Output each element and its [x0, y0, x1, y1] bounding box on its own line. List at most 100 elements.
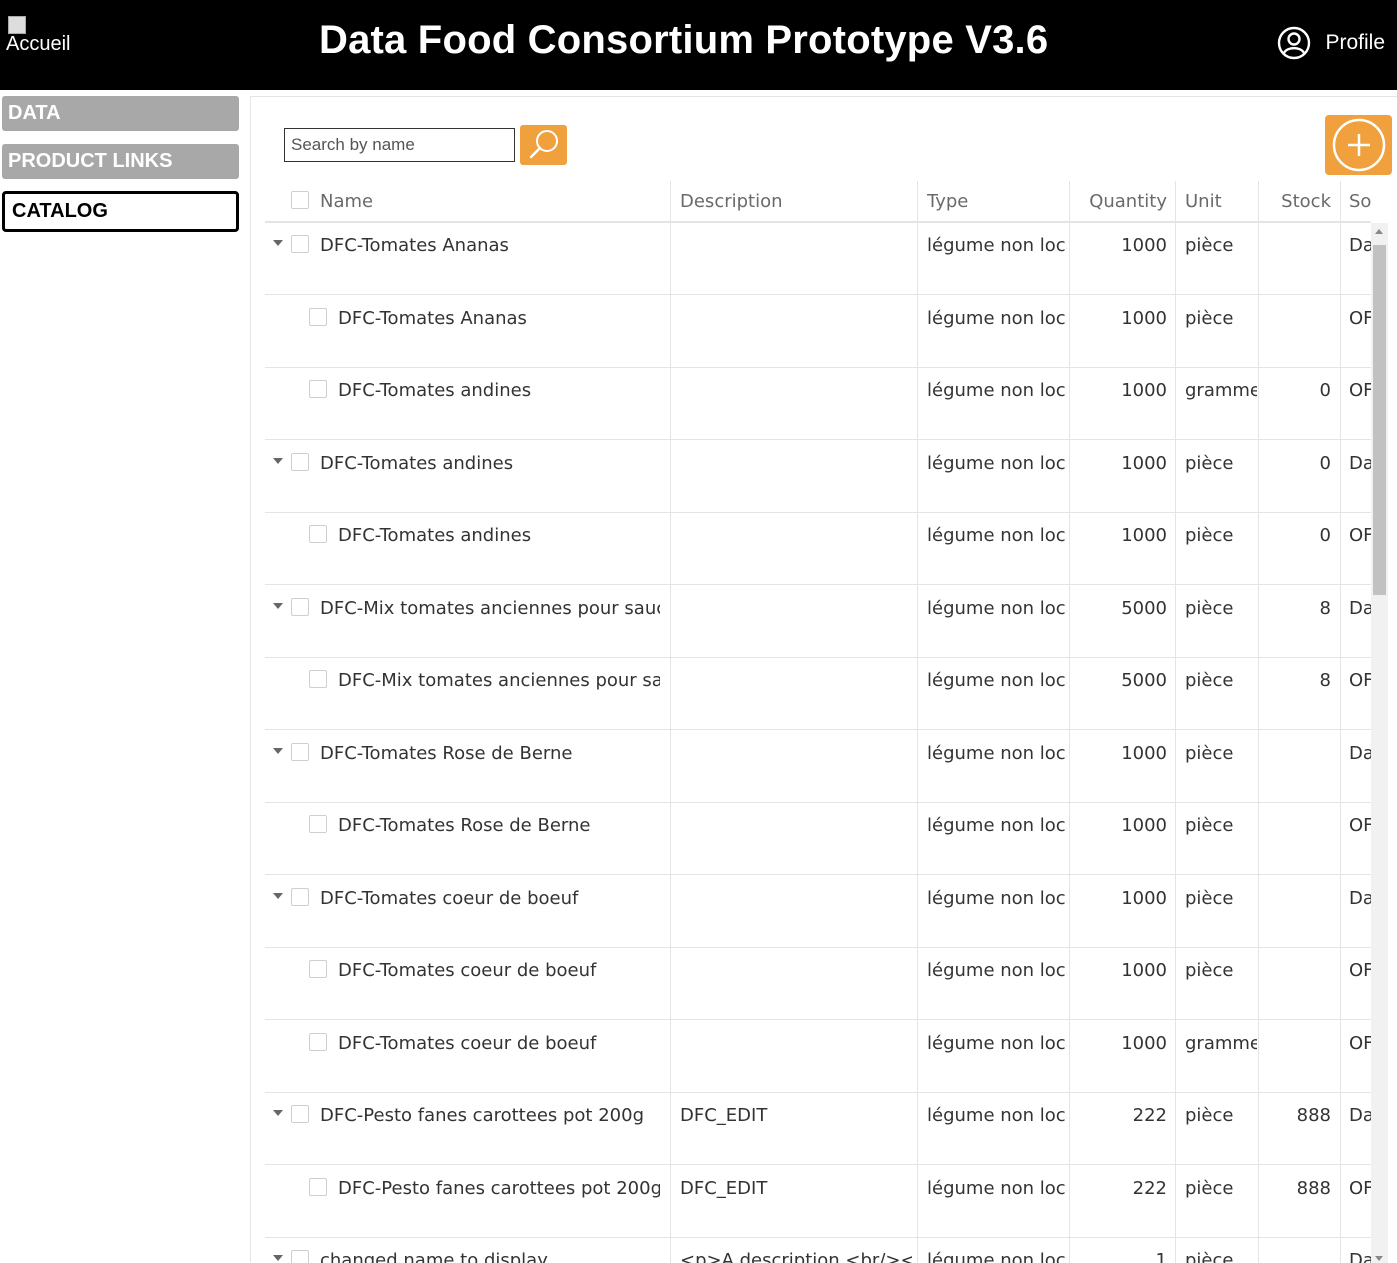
row-checkbox[interactable] — [309, 525, 327, 543]
cell-stock: 8 — [1319, 598, 1331, 619]
vertical-scrollbar[interactable] — [1371, 223, 1388, 1263]
cell-source: OF — [1349, 308, 1371, 329]
cell-unit: gramme — [1185, 380, 1257, 401]
row-checkbox[interactable] — [309, 380, 327, 398]
table-row[interactable]: DFC-Tomates andines légume non local 1000 p… — [265, 513, 1371, 585]
cell-unit: pièce — [1185, 525, 1234, 546]
table-row[interactable]: DFC-Tomates coeur de boeuf légume non loc… — [265, 1021, 1371, 1093]
catalog-table: Name Description Type Quantity Unit Stoc… — [265, 181, 1371, 1263]
cell-type: légume non local — [927, 815, 1067, 836]
scroll-up-arrow-icon[interactable] — [1375, 229, 1383, 234]
column-header-type[interactable]: Type — [927, 181, 968, 221]
sidebar: DATA PRODUCT LINKS CATALOG — [0, 90, 250, 1262]
row-checkbox[interactable] — [291, 888, 309, 906]
sidebar-item-catalog[interactable]: CATALOG — [2, 191, 239, 232]
broken-image-icon — [8, 16, 26, 34]
app-header: Accueil Data Food Consortium Prototype V… — [0, 0, 1397, 90]
row-checkbox[interactable] — [309, 670, 327, 688]
expand-caret-icon[interactable] — [273, 458, 283, 464]
cell-quantity: 1000 — [1121, 743, 1167, 764]
cell-name: DFC-Tomates coeur de boeuf — [320, 888, 579, 909]
row-checkbox[interactable] — [309, 308, 327, 326]
catalog-panel: Name Description Type Quantity Unit Stoc… — [250, 96, 1397, 1263]
column-header-name[interactable]: Name — [320, 181, 373, 221]
table-row[interactable]: changed name to display <p>A description … — [265, 1238, 1371, 1263]
home-link[interactable]: Accueil — [6, 16, 70, 54]
cell-unit: pièce — [1185, 888, 1234, 909]
table-row[interactable]: DFC-Tomates coeur de boeuf légume non loc… — [265, 948, 1371, 1020]
expand-caret-icon[interactable] — [273, 1255, 283, 1261]
sidebar-item-data[interactable]: DATA — [2, 96, 239, 131]
cell-unit: pièce — [1185, 453, 1234, 474]
row-checkbox[interactable] — [291, 1105, 309, 1123]
cell-quantity: 1000 — [1121, 960, 1167, 981]
column-header-source[interactable]: So — [1349, 181, 1371, 221]
expand-caret-icon[interactable] — [273, 240, 283, 246]
expand-caret-icon[interactable] — [273, 1110, 283, 1116]
cell-unit: gramme — [1185, 1033, 1257, 1054]
expand-caret-icon[interactable] — [273, 748, 283, 754]
cell-source: OF — [1349, 380, 1371, 401]
column-header-stock[interactable]: Stock — [1265, 181, 1331, 221]
table-row[interactable]: DFC-Tomates coeur de boeuf légume non loc… — [265, 876, 1371, 948]
cell-name: changed name to display — [320, 1250, 548, 1263]
table-row[interactable]: DFC-Tomates andines légume non local 1000 g… — [265, 368, 1371, 440]
cell-name: DFC-Tomates coeur de boeuf — [338, 960, 597, 981]
column-header-quantity[interactable]: Quantity — [1079, 181, 1167, 221]
cell-unit: pièce — [1185, 235, 1234, 256]
app-title: Data Food Consortium Prototype V3.6 — [319, 18, 1049, 62]
column-header-description[interactable]: Description — [680, 181, 783, 221]
cell-name: DFC-Tomates coeur de boeuf — [338, 1033, 597, 1054]
cell-source: OF — [1349, 670, 1371, 691]
expand-caret-icon[interactable] — [273, 603, 283, 609]
plus-circle-icon — [1332, 118, 1385, 172]
cell-source: OF — [1349, 815, 1371, 836]
cell-quantity: 1 — [1155, 1250, 1167, 1263]
table-row[interactable]: DFC-Tomates Rose de Berne légume non loca… — [265, 731, 1371, 803]
profile-button[interactable]: Profile — [1277, 26, 1385, 60]
row-checkbox[interactable] — [309, 1178, 327, 1196]
expand-caret-icon[interactable] — [273, 893, 283, 899]
cell-unit: pièce — [1185, 815, 1234, 836]
column-header-unit[interactable]: Unit — [1185, 181, 1222, 221]
sidebar-item-product-links[interactable]: PRODUCT LINKS — [2, 144, 239, 179]
cell-quantity: 1000 — [1121, 1033, 1167, 1054]
cell-description: <p>A description <br/></p> — [680, 1250, 912, 1263]
row-checkbox[interactable] — [291, 453, 309, 471]
row-checkbox[interactable] — [291, 743, 309, 761]
cell-quantity: 222 — [1132, 1105, 1167, 1126]
row-checkbox[interactable] — [291, 235, 309, 253]
search-button[interactable] — [520, 125, 567, 165]
cell-unit: pièce — [1185, 743, 1234, 764]
scrollbar-thumb[interactable] — [1373, 245, 1386, 595]
row-checkbox[interactable] — [291, 598, 309, 616]
select-all-checkbox[interactable] — [291, 191, 309, 209]
cell-source: Da — [1349, 235, 1371, 256]
cell-name: DFC-Tomates andines — [320, 453, 514, 474]
cell-stock: 0 — [1319, 525, 1331, 546]
cell-type: légume non local — [927, 308, 1067, 329]
table-row[interactable]: DFC-Tomates Ananas légume non local 1000 pi… — [265, 296, 1371, 368]
table-row[interactable]: DFC-Mix tomates anciennes pour sauce légu… — [265, 586, 1371, 658]
cell-name: DFC-Tomates andines — [338, 380, 532, 401]
table-row[interactable]: DFC-Tomates Rose de Berne légume non loca… — [265, 803, 1371, 875]
table-row[interactable]: DFC-Tomates Ananas légume non local 1000 pi… — [265, 223, 1371, 295]
row-checkbox[interactable] — [309, 960, 327, 978]
cell-quantity: 1000 — [1121, 380, 1167, 401]
cell-stock: 0 — [1319, 380, 1331, 401]
row-checkbox[interactable] — [309, 815, 327, 833]
table-row[interactable]: DFC-Pesto fanes carottees pot 200g DFC_ED… — [265, 1093, 1371, 1165]
row-checkbox[interactable] — [291, 1250, 309, 1263]
scroll-down-arrow-icon[interactable] — [1375, 1256, 1383, 1261]
profile-label: Profile — [1325, 31, 1385, 54]
table-row[interactable]: DFC-Tomates andines légume non local 1000 p… — [265, 441, 1371, 513]
table-row[interactable]: DFC-Pesto fanes carottees pot 200g DFC_ED… — [265, 1166, 1371, 1238]
cell-quantity: 5000 — [1121, 598, 1167, 619]
cell-stock: 0 — [1319, 453, 1331, 474]
cell-quantity: 1000 — [1121, 888, 1167, 909]
table-row[interactable]: DFC-Mix tomates anciennes pour sauce légu… — [265, 658, 1371, 730]
search-input[interactable] — [284, 128, 515, 162]
cell-type: légume non local — [927, 453, 1067, 474]
row-checkbox[interactable] — [309, 1033, 327, 1051]
add-product-button[interactable] — [1325, 115, 1392, 175]
